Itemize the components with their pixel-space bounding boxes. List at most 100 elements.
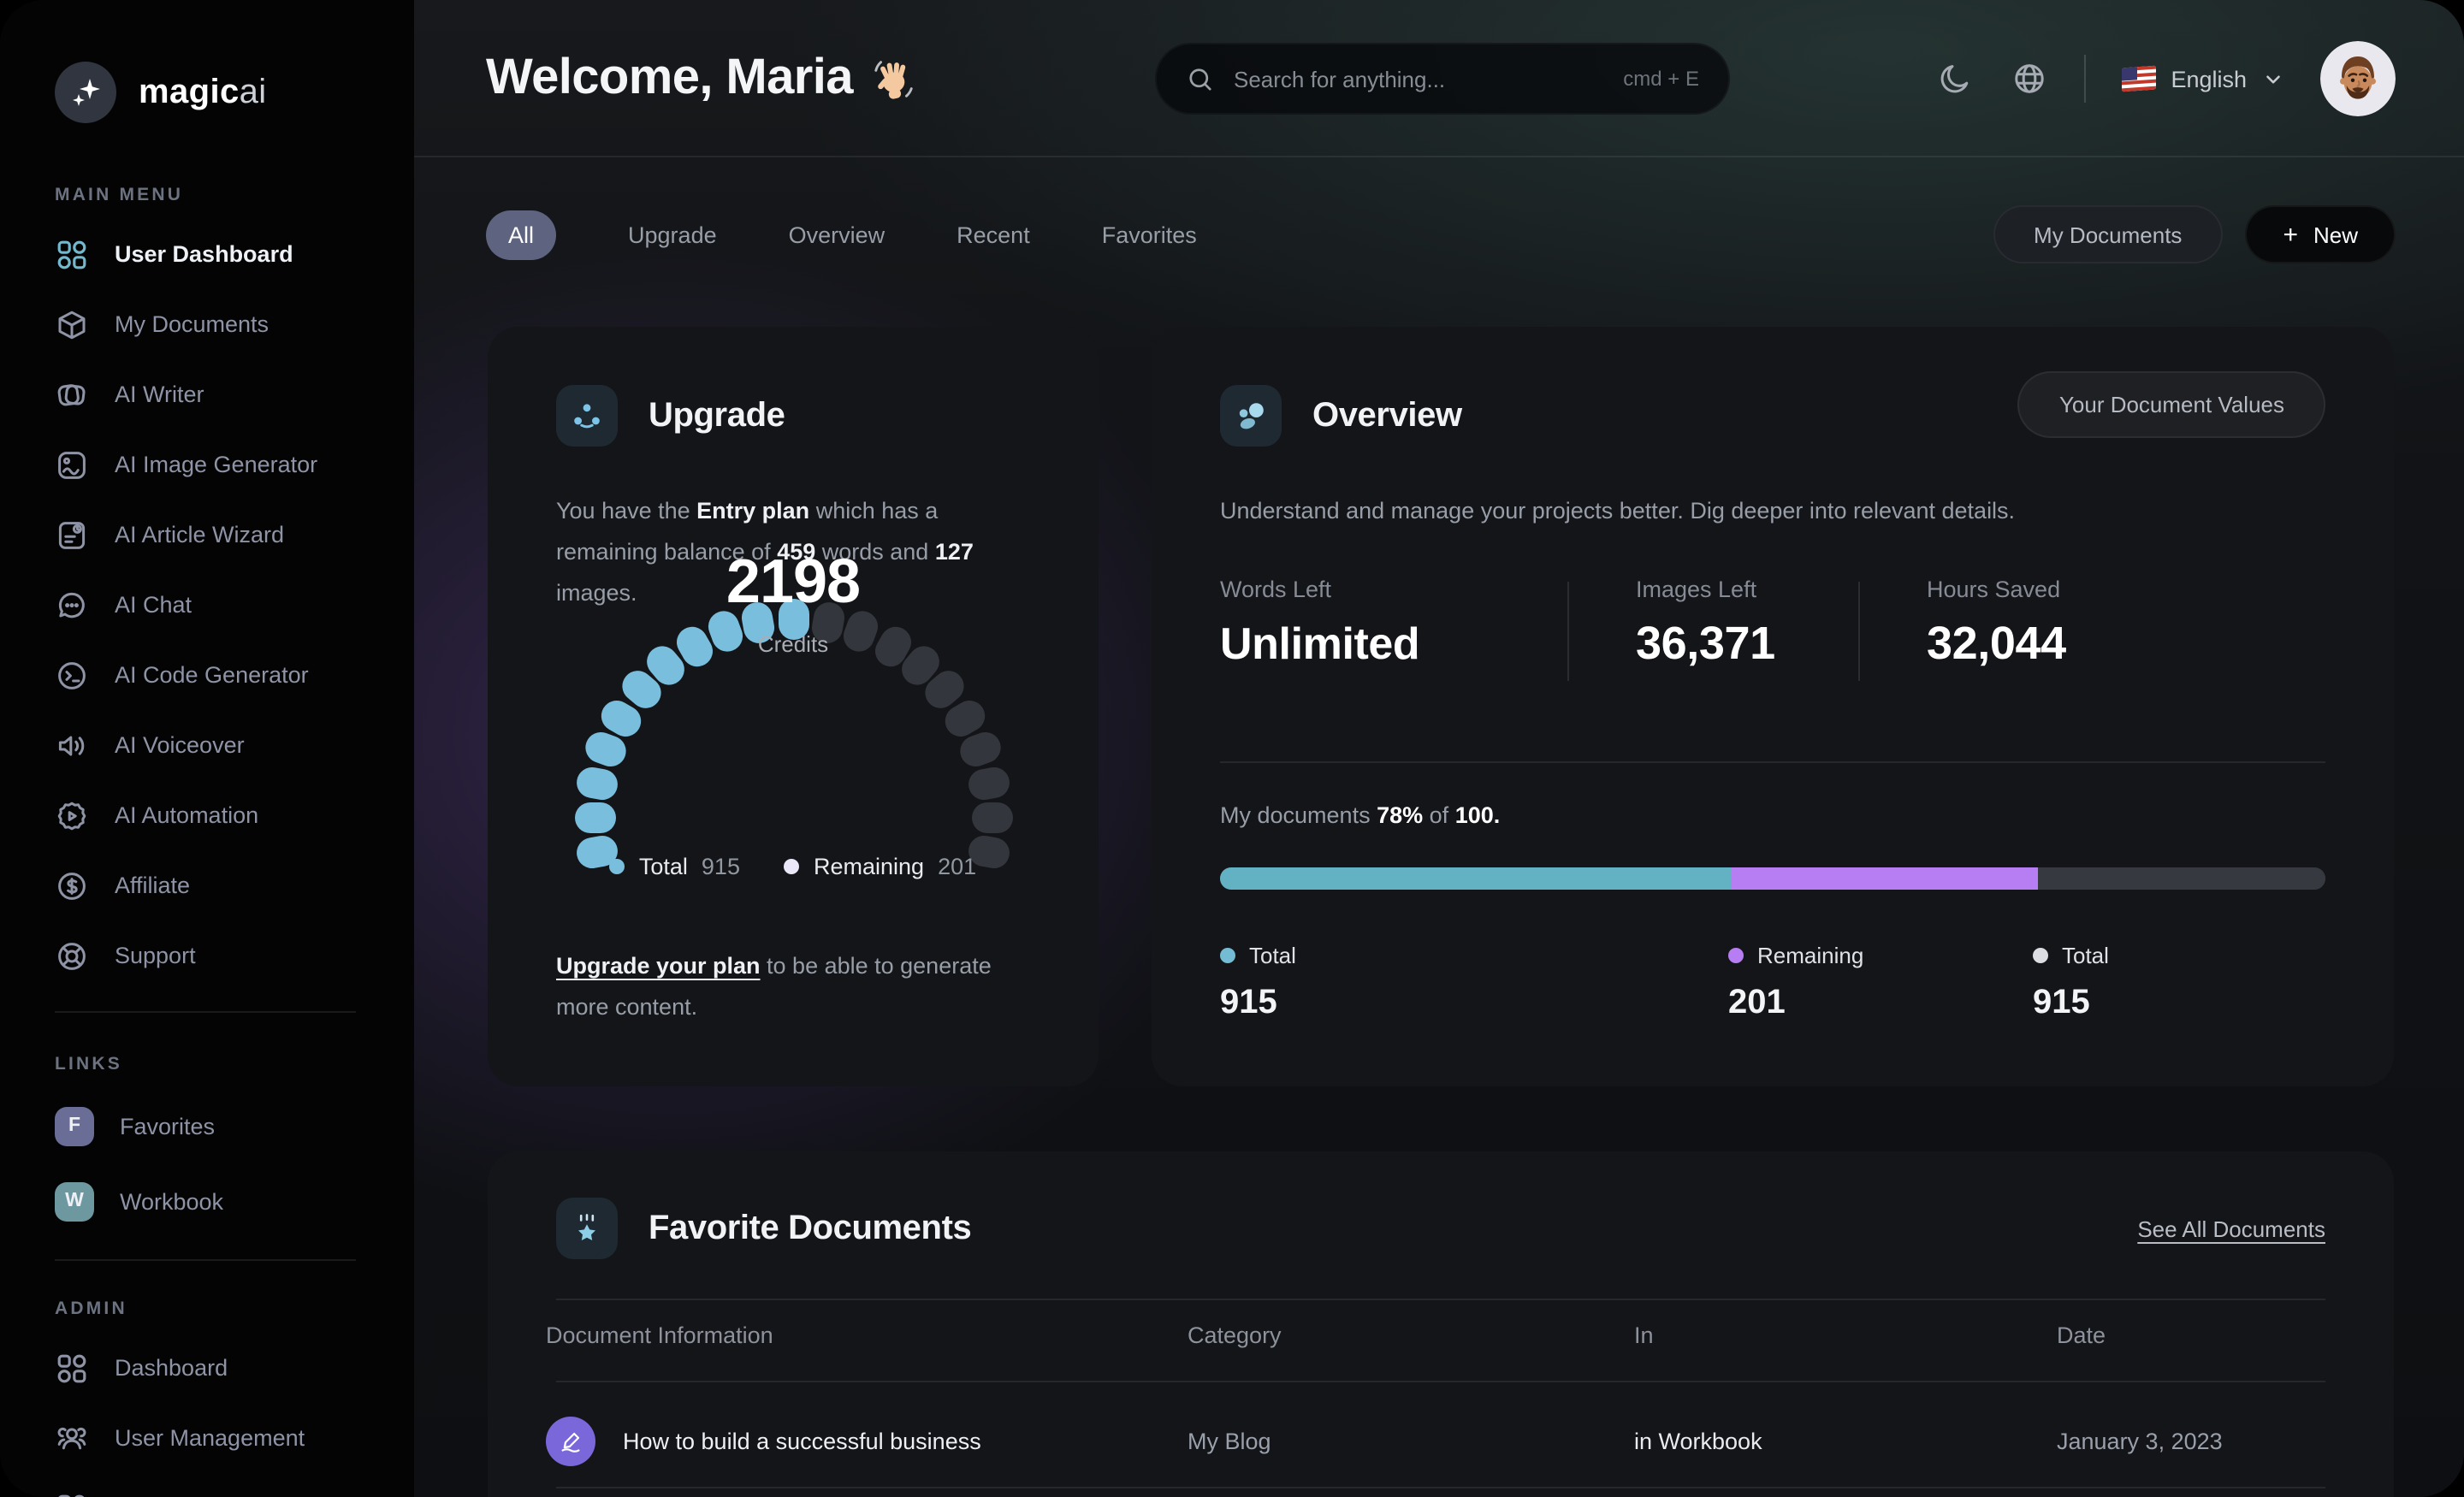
- stat-images-left: Images Left 36,371: [1636, 577, 1775, 669]
- legend-total: Total 915: [609, 854, 740, 879]
- document-location: in Workbook: [1634, 1429, 1762, 1454]
- sidebar-item-partial[interactable]: [55, 1473, 414, 1497]
- progress-segment: [2038, 867, 2325, 890]
- moon-icon[interactable]: [1936, 60, 1974, 98]
- upgrade-plan-link[interactable]: Upgrade your plan: [556, 953, 761, 979]
- share-nodes-icon: [556, 385, 618, 447]
- chat-bubble-icon: [58, 591, 85, 618]
- sidebar-item-ai-automation[interactable]: AI Automation: [55, 780, 414, 850]
- tab-all[interactable]: All: [486, 210, 557, 259]
- legend-total: Total 915: [1220, 943, 1296, 1021]
- app-window: magicai MAIN MENU User Dashboard My Docu…: [0, 0, 2464, 1497]
- upgrade-card: Upgrade You have the Entry plan which ha…: [488, 327, 1099, 1086]
- credits-legend: Total 915 Remaining 201: [488, 854, 1099, 879]
- sidebar-item-workbook[interactable]: W Workbook: [55, 1163, 414, 1239]
- dashboard-grid-icon: [57, 240, 86, 269]
- overview-card: Overview Your Document Values Understand…: [1152, 327, 2394, 1086]
- avatar[interactable]: [2320, 41, 2396, 116]
- box-icon: [58, 310, 86, 339]
- filter-tabs: All Upgrade Overview Recent Favorites My…: [486, 197, 2396, 272]
- sidebar: magicai MAIN MENU User Dashboard My Docu…: [0, 0, 414, 1497]
- table-row[interactable]: How to build a successful business My Bl…: [546, 1396, 2336, 1487]
- progress-segment: [1732, 867, 2039, 890]
- chevron-down-icon: [2266, 74, 2280, 83]
- upgrade-card-title: Upgrade: [649, 396, 785, 434]
- tab-overview[interactable]: Overview: [789, 222, 886, 247]
- sidebar-item-user-management[interactable]: User Management: [55, 1403, 414, 1473]
- credits-value: 2198: [726, 546, 861, 616]
- falling-star-icon: [556, 1198, 618, 1259]
- legend-dot: [609, 859, 625, 874]
- legend-remaining: Remaining 201: [784, 854, 976, 879]
- sidebar-item-ai-article-wizard[interactable]: AI Article Wizard: [55, 500, 414, 570]
- tab-upgrade[interactable]: Upgrade: [628, 222, 717, 247]
- search-input[interactable]: Search for anything... cmd + E: [1155, 43, 1730, 115]
- see-all-documents-link[interactable]: See All Documents: [2137, 1216, 2325, 1241]
- my-documents-button[interactable]: My Documents: [1993, 205, 2224, 263]
- topbar-divider: [2083, 55, 2086, 103]
- legend-remaining: Remaining 201: [1728, 943, 1864, 1021]
- sidebar-item-ai-voiceover[interactable]: AI Voiceover: [55, 710, 414, 780]
- users-icon: [57, 1426, 86, 1449]
- legend-dot: [784, 859, 800, 874]
- gauge-dot: [965, 764, 1012, 802]
- documents-progress-label: My documents 78% of 100.: [1220, 802, 1501, 828]
- plus-icon: +: [2283, 220, 2298, 249]
- brand-name: magicai: [139, 73, 267, 110]
- sidebar-item-affiliate[interactable]: Affiliate: [55, 850, 414, 920]
- gear-play-icon: [57, 801, 86, 830]
- new-button[interactable]: + New: [2245, 205, 2396, 263]
- main-area: Welcome, Maria Search for anything... cm…: [414, 0, 2464, 1497]
- lifebuoy-icon: [58, 942, 86, 969]
- section-label-admin: ADMIN: [55, 1299, 127, 1319]
- sidebar-item-user-dashboard[interactable]: User Dashboard: [55, 219, 414, 289]
- topbar-actions: English: [1936, 0, 2396, 157]
- topbar: Welcome, Maria Search for anything... cm…: [414, 0, 2464, 157]
- sidebar-item-favorites[interactable]: F Favorites: [55, 1088, 414, 1163]
- gauge-dot: [574, 764, 621, 802]
- sidebar-item-ai-writer[interactable]: AI Writer: [55, 359, 414, 429]
- panel-divider: [556, 1299, 2325, 1300]
- credits-unit: Credits: [757, 631, 829, 657]
- gauge-dot: [574, 802, 615, 833]
- sidebar-item-ai-code-generator[interactable]: AI Code Generator: [55, 640, 414, 710]
- stat-words-left: Words Left Unlimited: [1220, 577, 1420, 669]
- overview-legend: Total 915 Remaining 201 Total 915: [1220, 943, 2325, 1023]
- brand-logo[interactable]: magicai: [55, 62, 414, 123]
- documents-progress-bar: [1220, 867, 2325, 890]
- table-divider: [556, 1381, 2325, 1382]
- sidebar-item-my-documents[interactable]: My Documents: [55, 289, 414, 359]
- gauge-dot: [971, 802, 1012, 833]
- legend-dot: [1728, 948, 1744, 963]
- overview-card-title: Overview: [1312, 396, 1462, 434]
- article-icon: [58, 521, 86, 548]
- sidebar-item-ai-image-generator[interactable]: AI Image Generator: [55, 429, 414, 500]
- links-menu: F Favorites W Workbook: [55, 1088, 414, 1239]
- admin-menu: Dashboard User Management: [55, 1333, 414, 1497]
- globe-icon[interactable]: [2010, 60, 2047, 98]
- document-date: January 3, 2023: [2057, 1429, 2223, 1454]
- upgrade-plan-note: Upgrade your plan to be able to generate…: [556, 953, 992, 1020]
- sidebar-item-ai-chat[interactable]: AI Chat: [55, 570, 414, 640]
- documents-table-header: Document Information Category In Date: [546, 1322, 2106, 1348]
- waving-hand-icon: [875, 60, 914, 98]
- writer-icon: [57, 383, 86, 405]
- dashboard-grid-icon: [57, 1494, 86, 1497]
- credits-gauge-center: 2198 Credits: [488, 546, 1099, 657]
- section-label-main-menu: MAIN MENU: [55, 185, 184, 205]
- document-category: My Blog: [1188, 1429, 1271, 1454]
- language-selector[interactable]: English: [2121, 65, 2284, 92]
- dollar-icon: [58, 872, 86, 899]
- table-divider: [556, 1487, 2325, 1488]
- sidebar-item-support[interactable]: Support: [55, 920, 414, 991]
- stat-hours-saved: Hours Saved 32,044: [1927, 577, 2066, 669]
- sparkle-logo-icon: [55, 62, 116, 123]
- sidebar-divider: [55, 1011, 356, 1013]
- document-values-button[interactable]: Your Document Values: [2017, 371, 2325, 438]
- main-menu: User Dashboard My Documents AI Writer AI…: [55, 219, 414, 991]
- sidebar-item-admin-dashboard[interactable]: Dashboard: [55, 1333, 414, 1403]
- sidebar-divider: [55, 1259, 356, 1261]
- tab-recent[interactable]: Recent: [957, 222, 1030, 247]
- tab-favorites[interactable]: Favorites: [1102, 222, 1197, 247]
- us-flag-icon: [2121, 65, 2156, 92]
